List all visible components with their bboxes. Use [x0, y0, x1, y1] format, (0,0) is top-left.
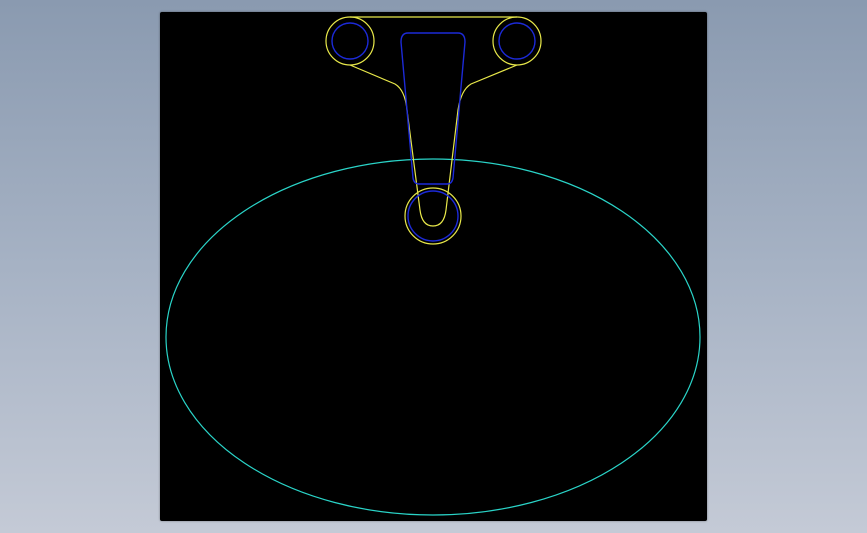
left-knob-inner [331, 22, 369, 60]
drain-inner [407, 190, 459, 242]
right-knob-outer [492, 16, 542, 66]
right-knob-inner [498, 22, 536, 60]
spout-body [400, 32, 466, 185]
drain-outer [404, 187, 462, 245]
faucet-outline [349, 64, 518, 227]
sink-drawing [165, 16, 701, 516]
basin-ellipse [165, 158, 701, 516]
left-knob-outer [325, 16, 375, 66]
